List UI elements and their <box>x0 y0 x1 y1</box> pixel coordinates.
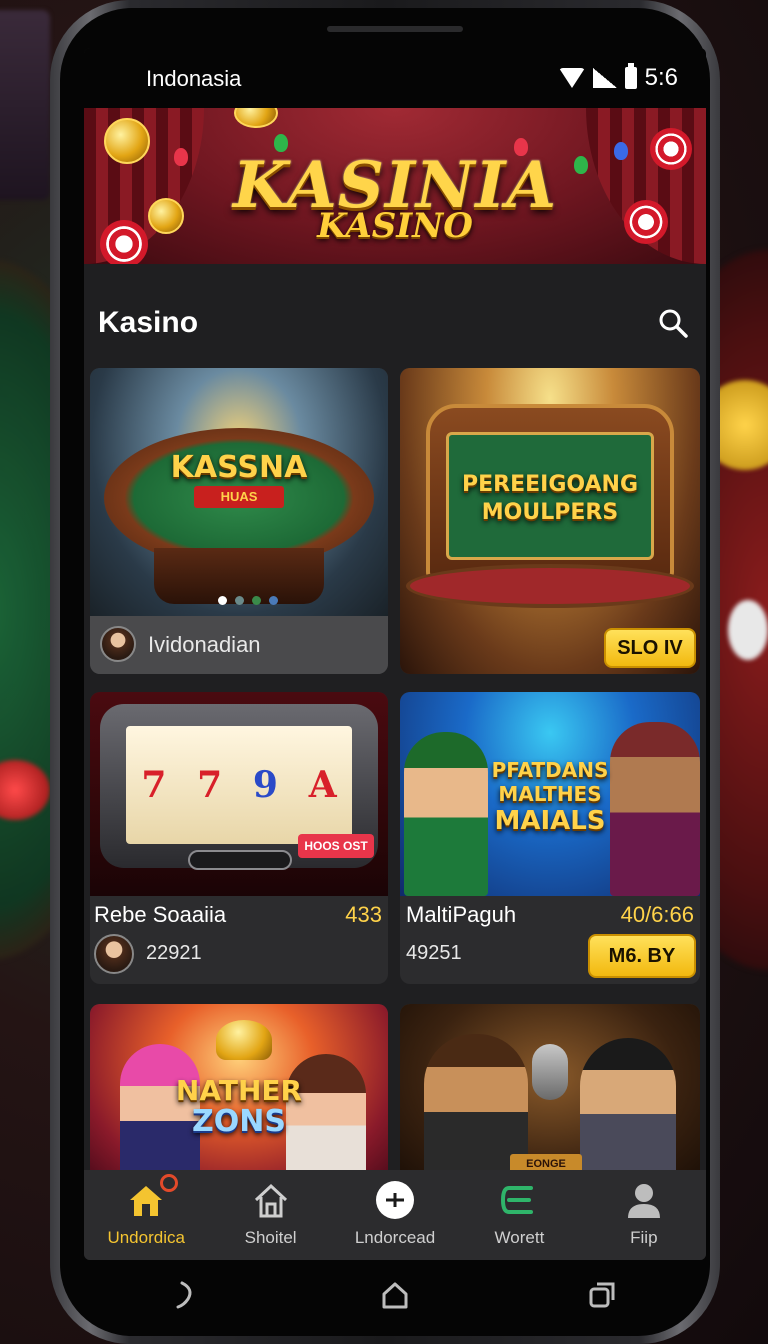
status-bar: Indonasia 5:6 <box>84 48 706 108</box>
phone-bezel: Indonasia 5:6 KASINIA KASINO Kasino KASS… <box>60 8 710 1336</box>
nav-item-shoitel[interactable]: Shoitel <box>208 1170 332 1260</box>
coin-icon <box>234 108 278 128</box>
background-person <box>0 10 50 200</box>
game-title: Rebe Soaaiia <box>94 902 227 927</box>
character-right <box>580 1038 676 1184</box>
carousel-dot[interactable] <box>252 596 261 605</box>
nav-label: Worett <box>494 1228 545 1247</box>
wallet-icon <box>499 1180 539 1220</box>
brand-logo-subtitle: KASINO <box>317 206 473 246</box>
carrier-label: Indonasia <box>146 66 242 91</box>
golden-trophy <box>216 1020 272 1060</box>
nav-label: Shoitel <box>244 1228 297 1247</box>
game-title: MaltiPaguh <box>406 902 517 927</box>
reel-symbol: 9 <box>252 764 278 806</box>
game-artwork: 7 7 9 A HOOS OST <box>90 692 388 896</box>
card-art-title-line2: ZONS <box>192 1104 286 1139</box>
carousel-dot[interactable] <box>269 596 278 605</box>
background-card <box>728 600 768 660</box>
nav-label: Lndorcead <box>354 1228 436 1247</box>
house-outline-icon <box>251 1180 291 1220</box>
reel-symbol: 7 <box>141 764 167 806</box>
game-value: 40/6:66 <box>620 902 694 927</box>
play-button[interactable]: M6. BY <box>588 934 696 978</box>
play-button[interactable]: SLO IV <box>604 628 696 668</box>
game-artwork: PFATDANS MALTHES MAIALS <box>400 692 700 896</box>
game-stat: 49251 <box>406 942 462 964</box>
game-card-maltipaguh[interactable]: PFATDANS MALTHES MAIALS MaltiPaguh 40/6:… <box>400 692 700 984</box>
carousel-dot-active[interactable] <box>218 596 227 605</box>
game-artwork: EONGE <box>400 1004 700 1184</box>
slot-reels: 7 7 9 A <box>126 726 352 844</box>
nav-label: Undordica <box>107 1228 185 1247</box>
status-icons: 5:6 <box>558 63 678 92</box>
card-art-title-line1: PFATDANS <box>491 758 609 782</box>
notification-badge <box>160 1174 179 1192</box>
nav-item-fiip[interactable]: Fiip <box>582 1170 706 1260</box>
earpiece-speaker <box>327 26 463 32</box>
nav-label: Fiip <box>630 1228 658 1247</box>
game-artwork: NATHER ZONS <box>90 1004 388 1184</box>
game-card-rebe-soaaiia[interactable]: 7 7 9 A HOOS OST Rebe Soaaiia 433 22921 <box>90 692 388 984</box>
card-art-title-line1: NATHER <box>175 1074 303 1107</box>
microphone-icon <box>532 1044 568 1100</box>
casino-table-front <box>406 564 694 608</box>
section-header: Kasino <box>84 264 706 358</box>
app-screen: Indonasia 5:6 KASINIA KASINO Kasino KASS… <box>84 48 706 1260</box>
reel-symbol: 7 <box>197 764 223 806</box>
profile-icon <box>624 1180 664 1220</box>
avatar <box>94 934 134 974</box>
avatar <box>100 626 136 662</box>
card-art-subtitle: HUAS <box>194 486 284 508</box>
bottom-navigation: Undordica Shoitel Lndorcead Worett Fiip <box>84 1170 706 1260</box>
nav-item-home[interactable]: Undordica <box>84 1170 208 1260</box>
game-card-kassna[interactable]: KASSNA HUAS Ividonadian <box>90 368 388 674</box>
section-title: Kasino <box>98 306 199 339</box>
game-card-eonge[interactable]: EONGE <box>400 1004 700 1184</box>
slot-handle-bar <box>188 850 292 870</box>
carousel-dot[interactable] <box>235 596 244 605</box>
card-art-title: KASSNA <box>170 450 308 485</box>
clock: 5:6 <box>644 64 678 91</box>
card-art-badge: HOOS OST <box>298 834 374 858</box>
signal-icon <box>592 68 617 88</box>
nav-item-lndorcead[interactable]: Lndorcead <box>333 1170 457 1260</box>
carousel-dots[interactable] <box>218 596 278 605</box>
search-icon[interactable] <box>658 308 688 338</box>
wifi-icon <box>558 68 585 88</box>
nav-item-worett[interactable]: Worett <box>457 1170 581 1260</box>
card-footer: Ividonadian <box>90 616 388 674</box>
card-footer-label: Ividonadian <box>148 632 261 657</box>
card-art-title-line3: MAIALS <box>494 806 606 836</box>
game-card-pereeigoang[interactable]: PEREEIGOANG MOULPERS SLO IV <box>400 368 700 674</box>
recent-apps-icon[interactable] <box>582 1275 622 1315</box>
center-dot-icon <box>375 1180 415 1220</box>
game-artwork: KASSNA HUAS <box>90 368 388 616</box>
hero-banner[interactable]: KASINIA KASINO <box>84 108 706 264</box>
game-card-nather-zons[interactable]: NATHER ZONS <box>90 1004 388 1184</box>
home-button-icon[interactable] <box>375 1275 415 1315</box>
home-icon <box>126 1174 179 1220</box>
game-stat: 22921 <box>146 942 202 964</box>
card-art-title-line2: MOULPERS <box>481 500 619 525</box>
battery-icon <box>624 63 637 89</box>
system-navigation <box>84 1260 706 1330</box>
game-value: 433 <box>345 902 382 927</box>
card-art-title-line1: PEREEIGOANG <box>462 472 638 497</box>
card-art-title-line2: MALTHES <box>498 782 602 806</box>
phone-frame: Indonasia 5:6 KASINIA KASINO Kasino KASS… <box>50 0 720 1344</box>
reel-symbol: A <box>308 764 337 806</box>
back-icon[interactable] <box>168 1275 208 1315</box>
